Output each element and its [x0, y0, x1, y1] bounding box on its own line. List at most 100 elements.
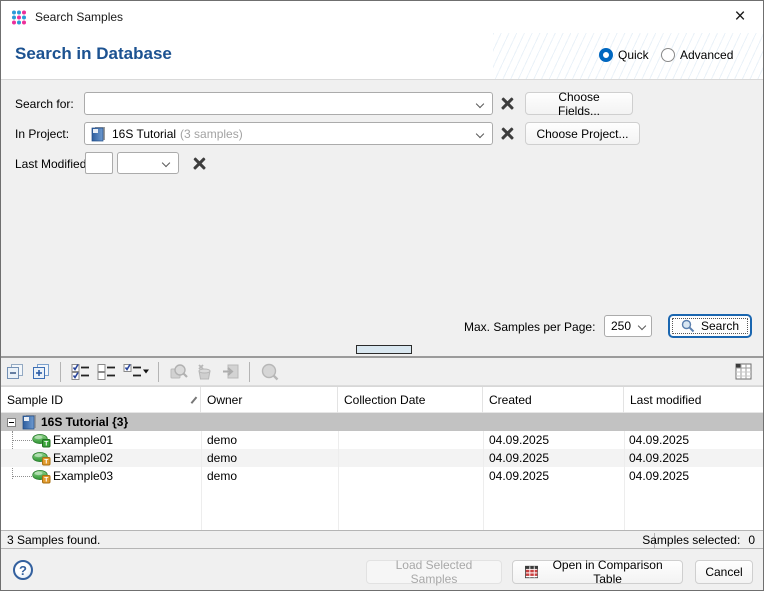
column-header-sample-id[interactable]: Sample ID [1, 387, 201, 413]
load-selected-samples-label: Load Selected Samples [379, 558, 489, 586]
load-selected-samples-button[interactable]: Load Selected Samples [366, 560, 502, 584]
toolbar-separator [249, 362, 250, 382]
column-label: Owner [207, 393, 242, 407]
search-samples-dialog: Search Samples × Search in Database Quic… [0, 0, 764, 591]
column-label: Last modified [630, 393, 701, 407]
collapse-all-icon[interactable] [5, 362, 25, 382]
radio-quick[interactable]: Quick [599, 48, 649, 62]
samples-selected-value: 0 [748, 533, 755, 547]
clear-project-icon[interactable] [500, 126, 515, 141]
search-for-combobox[interactable] [84, 92, 493, 115]
window-title: Search Samples [35, 10, 123, 24]
cell-sample-id: Example03 [53, 467, 198, 485]
svg-text:T: T [44, 459, 48, 466]
close-icon[interactable]: × [717, 1, 763, 33]
choose-project-button[interactable]: Choose Project... [525, 122, 640, 145]
project-icon [22, 414, 37, 430]
clear-search-icon[interactable] [500, 96, 515, 111]
page-title: Search in Database [15, 44, 172, 64]
last-modified-unit-select[interactable] [117, 152, 179, 174]
column-header-last-modified[interactable]: Last modified [624, 387, 764, 413]
sort-ascending-icon [191, 396, 197, 403]
cell-last-modified: 04.09.2025 [629, 449, 759, 467]
in-project-count: (3 samples) [180, 127, 243, 141]
table-row[interactable]: T Example01 demo 04.09.2025 04.09.2025 [1, 431, 763, 449]
radio-advanced-label: Advanced [680, 48, 733, 62]
column-label: Collection Date [344, 393, 425, 407]
max-samples-select[interactable]: 250 [604, 315, 652, 337]
expand-all-icon[interactable] [31, 362, 51, 382]
cancel-button[interactable]: Cancel [695, 560, 753, 584]
toolbar-separator [158, 362, 159, 382]
radio-advanced[interactable]: Advanced [661, 48, 733, 62]
search-for-label: Search for: [15, 97, 74, 111]
last-modified-label: Last Modified: [15, 157, 90, 171]
sample-icon: T [32, 469, 51, 487]
open-in-comparison-table-button[interactable]: Open in Comparison Table [512, 560, 683, 584]
column-header-owner[interactable]: Owner [201, 387, 338, 413]
cell-created: 04.09.2025 [489, 449, 619, 467]
max-samples-value: 250 [611, 319, 631, 333]
selection-menu-icon[interactable] [122, 362, 149, 382]
table-row[interactable]: T Example03 demo 04.09.2025 04.09.2025 [1, 467, 763, 485]
chevron-down-icon[interactable] [162, 159, 170, 167]
cell-created: 04.09.2025 [489, 467, 619, 485]
title-bar: Search Samples × [1, 1, 763, 33]
cell-created: 04.09.2025 [489, 431, 619, 449]
deselect-all-icon[interactable] [96, 362, 116, 382]
column-chooser-icon[interactable] [733, 362, 753, 382]
splitter-handle[interactable] [356, 345, 412, 354]
results-table: Sample ID Owner Collection Date Created … [1, 386, 763, 530]
footer-bar: ? Load Selected Samples Open in Comparis… [1, 549, 763, 591]
clear-last-modified-icon[interactable] [192, 156, 207, 171]
cell-last-modified: 04.09.2025 [629, 467, 759, 485]
in-project-value: 16S Tutorial [112, 127, 176, 141]
chevron-down-icon[interactable] [476, 130, 484, 138]
discard-search-icon [194, 362, 214, 382]
comparison-table-icon [525, 565, 538, 579]
cancel-label: Cancel [705, 565, 742, 579]
chevron-down-icon[interactable] [638, 322, 646, 330]
radio-quick-label: Quick [618, 48, 649, 62]
collapse-group-icon[interactable] [7, 418, 16, 427]
samples-found-text: 3 Samples found. [7, 533, 100, 547]
select-all-icon[interactable] [70, 362, 90, 382]
cell-owner: demo [207, 431, 335, 449]
cell-collection-date [344, 467, 479, 485]
choose-fields-label: Choose Fields... [536, 90, 622, 118]
choose-project-label: Choose Project... [536, 127, 628, 141]
last-modified-input[interactable] [85, 152, 113, 174]
radio-advanced-circle-icon [661, 48, 675, 62]
radio-quick-circle-icon [599, 48, 613, 62]
chevron-down-icon[interactable] [476, 100, 484, 108]
open-in-comparison-table-label: Open in Comparison Table [545, 558, 670, 586]
cell-owner: demo [207, 467, 335, 485]
status-bar: 3 Samples found. Samples selected: 0 [1, 530, 763, 549]
column-label: Created [489, 393, 532, 407]
app-logo-icon [11, 9, 27, 25]
column-header-collection-date[interactable]: Collection Date [338, 387, 483, 413]
column-header-created[interactable]: Created [483, 387, 624, 413]
project-icon [91, 126, 106, 142]
in-project-combobox[interactable]: 16S Tutorial (3 samples) [84, 122, 493, 145]
cell-sample-id: Example01 [53, 431, 198, 449]
search-button[interactable]: Search [668, 314, 752, 338]
column-label: Sample ID [7, 393, 63, 407]
cell-collection-date [344, 431, 479, 449]
table-row[interactable]: T Example02 demo 04.09.2025 04.09.2025 [1, 449, 763, 467]
cell-sample-id: Example02 [53, 449, 198, 467]
cell-collection-date [344, 449, 479, 467]
svg-text:T: T [44, 441, 48, 448]
cell-last-modified: 04.09.2025 [629, 431, 759, 449]
in-project-label: In Project: [15, 127, 69, 141]
magnifier-icon [681, 319, 695, 333]
project-group-row[interactable]: 16S Tutorial {3} [1, 413, 763, 431]
choose-fields-button[interactable]: Choose Fields... [525, 92, 633, 115]
find-in-results-icon [168, 362, 188, 382]
results-toolbar [1, 358, 763, 386]
toolbar-separator [60, 362, 61, 382]
group-label: 16S Tutorial {3} [41, 415, 128, 429]
help-icon[interactable]: ? [13, 560, 33, 580]
search-button-label: Search [701, 319, 739, 333]
database-search-icon [259, 362, 279, 382]
